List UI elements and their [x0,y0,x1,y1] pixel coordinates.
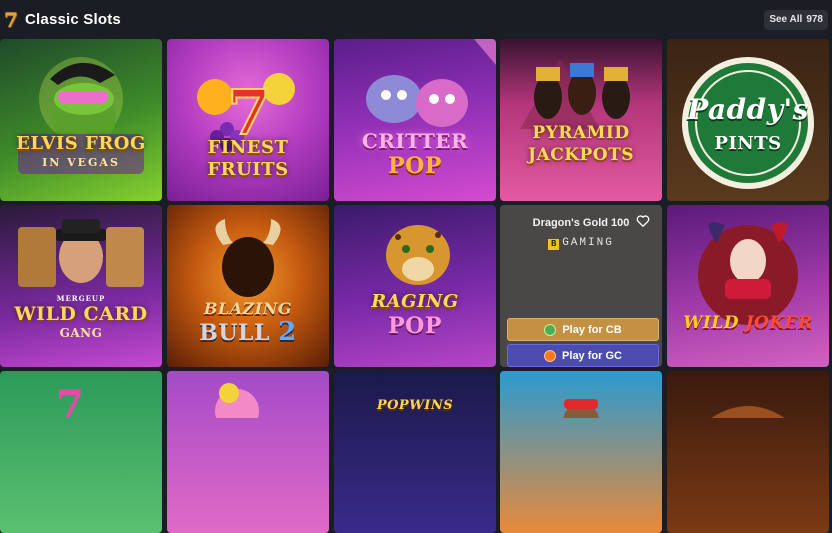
game-tile-row3-5[interactable] [667,371,829,533]
game-title-line2: POP [388,313,442,339]
row3-4-artwork [563,399,599,418]
game-tag: MERGEUP [56,294,106,303]
game-title-line2: GANG [59,326,103,340]
game-tile-wild-card-gang[interactable]: MERGEUP WILD CARD GANG [0,205,162,367]
section-header: 7 Classic Slots See All 978 [0,0,832,38]
game-tile-paddys-pints[interactable]: Paddy's PINTS [667,39,829,201]
cb-coin-icon [544,323,557,336]
elvis-frog-artwork [18,57,144,174]
jaguar-artwork [386,225,450,285]
game-title-line1: WILD CARD [14,303,148,325]
game-tile-row3-1[interactable]: 7 [0,371,162,533]
row3-2-artwork [215,383,259,418]
see-all-count: 978 [806,14,823,25]
game-tile-finest-fruits[interactable]: 7 FINEST FRUITS [167,39,329,201]
play-for-cb-button[interactable]: Play for CB [507,318,659,341]
game-title-line2: IN VEGAS [42,156,120,169]
game-title-line1: FINEST [207,137,289,158]
play-for-cb-label: Play for CB [562,323,622,336]
game-title-line2: JOKER [745,313,813,333]
game-tile-dragons-gold-100-hover[interactable]: Dragon's Gold 100 B GAMING Play for CB Pl… [500,205,662,367]
game-title-line1: PYRAMID [532,123,630,143]
game-title-line1: ELVIS FROG [16,133,146,154]
game-tile-pyramid-jackpots[interactable]: PYRAMID JACKPOTS [500,39,662,201]
game-title-line2-row: BULL 2 [167,317,329,347]
game-title-line1: Paddy's [687,93,809,126]
games-grid: ELVIS FROG IN VEGAS 7 FINEST FRUITS CRIT… [0,38,832,533]
provider-logo: B GAMING [500,237,662,250]
row3-1-artwork: 7 [56,382,84,418]
game-title-line1: RAGING [371,291,459,312]
game-tile-elvis-frog[interactable]: ELVIS FROG IN VEGAS [0,39,162,201]
pyramid-artwork [520,59,630,129]
see-all-label: See All [769,14,803,25]
game-tile-popwins[interactable]: POPWINS [334,371,496,533]
game-tile-raging-pop[interactable]: RAGING POP [334,205,496,367]
game-title-line2: POP [388,153,442,179]
game-title-line2: BULL [199,320,270,346]
game-tile-blazing-bull-2[interactable]: BLAZING BULL 2 [167,205,329,367]
provider-name: GAMING [562,237,614,249]
favorite-heart-icon[interactable] [636,214,650,228]
game-title-line1: POPWINS [376,398,454,413]
game-tile-critter-pop[interactable]: CRITTER POP [334,39,496,201]
gc-coin-icon [544,349,557,362]
row3-5-artwork [711,406,785,418]
game-title-line2: JACKPOTS [527,145,635,165]
game-title-line1: CRITTER [361,129,469,153]
play-for-gc-label: Play for GC [562,349,622,362]
game-title-full: WILD JOKER [667,313,829,333]
game-title-line2: FRUITS [207,159,289,180]
provider-badge: B [548,239,560,250]
game-title-suffix: 2 [278,317,297,347]
section-title: Classic Slots [25,11,121,28]
lucky-seven-icon: 7 [4,8,18,32]
game-tile-row3-4[interactable] [500,371,662,533]
game-tile-row3-2[interactable] [167,371,329,533]
joker-artwork [698,222,798,325]
game-title-line2: PINTS [714,133,782,154]
game-tile-wild-joker[interactable]: WILD JOKER [667,205,829,367]
game-title-line1: BLAZING [203,299,293,318]
see-all-button[interactable]: See All 978 [764,10,828,30]
svg-text:7: 7 [56,382,84,418]
game-title-line1: WILD [683,313,740,333]
play-for-gc-button[interactable]: Play for GC [507,344,659,367]
gangsters-artwork [18,219,144,287]
